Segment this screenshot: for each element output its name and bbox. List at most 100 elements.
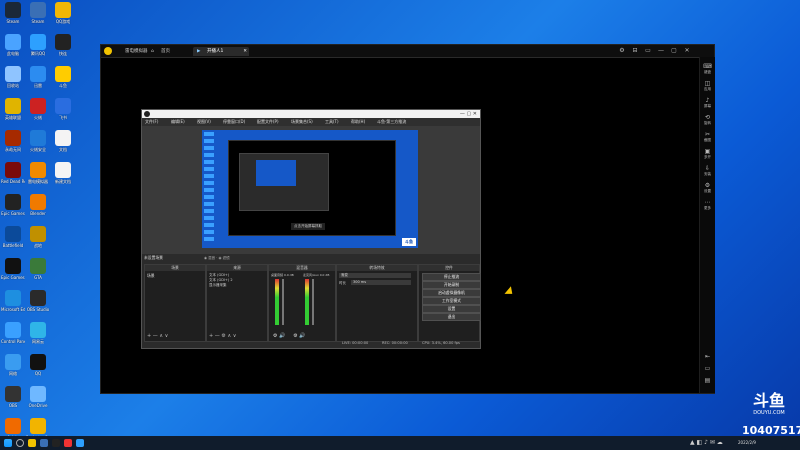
sidebar-button[interactable]: ⇩ 安装 <box>700 165 715 176</box>
source-item[interactable]: 显示器采集 <box>209 283 233 288</box>
scene-item[interactable]: 场景 <box>147 273 155 279</box>
taskbar-app-icon[interactable] <box>52 439 60 447</box>
desktop-shortcut[interactable]: Epic Games <box>1 194 25 216</box>
desktop-shortcut[interactable]: 腾讯QQ <box>26 34 50 56</box>
desktop-shortcut[interactable]: 文档 <box>51 130 75 152</box>
desktop-shortcut[interactable]: 英雄联盟 <box>1 98 25 120</box>
desktop-shortcut-label: 战地 <box>34 243 42 248</box>
preview-toggle-buttons[interactable]: ◉ 混音 · ◉ 滤镜 <box>204 255 230 261</box>
sidebar-button[interactable]: ✂ 截图 <box>700 131 715 142</box>
menu-item[interactable]: 文件(F) <box>145 118 158 126</box>
desktop-shortcut[interactable]: QQ <box>26 354 50 376</box>
lock-icon[interactable]: ⊟ <box>631 47 639 55</box>
sidebar-button[interactable]: ⋯ 更多 <box>700 199 715 210</box>
source-list[interactable]: 文本 (GDI+) 文本 (GDI+) 2 显示器采集 <box>209 273 233 288</box>
sidebar-button[interactable]: ⚙ 设置 <box>700 182 715 193</box>
search-icon[interactable] <box>16 439 24 447</box>
menu-item[interactable]: 视图(V) <box>197 118 211 126</box>
desktop-shortcut-label: 火绒 <box>34 115 42 120</box>
mixer-controls[interactable]: ⚙ 🔊 ⚙ 🔊 <box>273 333 306 339</box>
desktop-shortcut[interactable]: OneDrive <box>26 386 50 408</box>
menu-item[interactable]: 停靠窗口(D) <box>223 118 245 126</box>
tray-icons[interactable]: ▲ ◧ ♪ ✉ ☁ <box>690 439 723 446</box>
sidebar-button[interactable]: ♪ 屏幕 <box>700 97 715 108</box>
taskbar-app-icon[interactable] <box>40 439 48 447</box>
desktop-shortcut[interactable]: 网络 <box>1 354 25 376</box>
taskbar-app-icon[interactable] <box>76 439 84 447</box>
menu-item[interactable]: 帮助(H) <box>351 118 365 126</box>
app-icon <box>5 226 21 242</box>
desktop-shortcut[interactable]: QQ游戏 <box>51 2 75 24</box>
sidebar-button[interactable]: ▣ 多开 <box>700 148 715 159</box>
desktop-shortcut[interactable]: GTA <box>26 258 50 280</box>
desktop-shortcut[interactable]: Control Panel <box>1 322 25 344</box>
home-icon: ⌂ <box>151 49 154 54</box>
maximize-button[interactable]: ▢ <box>670 47 678 55</box>
desktop-shortcut-label: 迅雷 <box>34 83 42 88</box>
start-recording-button[interactable]: 开始录制 <box>422 281 481 289</box>
sidebar-label: 截图 <box>704 138 711 142</box>
menu-item[interactable]: 编辑(E) <box>171 118 185 126</box>
desktop-shortcut[interactable]: Red Dead Redemption <box>1 162 25 184</box>
minimize-button[interactable]: — <box>657 47 665 55</box>
sidebar-button[interactable]: ▤ <box>700 377 715 384</box>
obs-preview[interactable]: 点击开始屏幕抓取 斗鱼 <box>142 126 480 254</box>
desktop-shortcut[interactable]: 迅雷 <box>26 66 50 88</box>
tab-close-icon[interactable]: ✕ <box>243 47 247 56</box>
settings-icon[interactable]: ⚙ <box>618 47 626 55</box>
desktop-shortcut[interactable]: 永劫无间 <box>1 130 25 152</box>
desktop-icon-area: Steam Steam QQ游戏 此电脑 腾讯QQ 快连 回收站 迅雷 斗鱼 英雄联盟 火绒 飞书 永劫… <box>0 2 78 440</box>
start-button-icon[interactable] <box>4 439 12 447</box>
studio-mode-button[interactable]: 工作室模式 <box>422 297 481 305</box>
desktop-shortcut[interactable]: Steam <box>1 2 25 24</box>
duration-input[interactable]: 300 ms <box>351 280 411 285</box>
desktop-shortcut[interactable]: 雷电模拟器 <box>26 162 50 184</box>
desktop-shortcut[interactable]: 斗鱼 <box>51 66 75 88</box>
fullscreen-icon[interactable]: ▭ <box>644 47 652 55</box>
virtual-camera-button[interactable]: 启动虚拟摄像机 <box>422 289 481 297</box>
app-icon <box>30 34 46 50</box>
desktop-shortcut[interactable]: Microsoft Edge <box>1 290 25 312</box>
menu-item[interactable]: 配置文件(P) <box>257 118 279 126</box>
desktop-shortcut-label: Epic Games <box>1 211 25 216</box>
desktop-shortcut[interactable]: 火绒 <box>26 98 50 120</box>
desktop-shortcut[interactable]: 飞书 <box>51 98 75 120</box>
settings-button[interactable]: 设置 <box>422 305 481 313</box>
sidebar-button[interactable]: ⌨ 键盘 <box>700 63 715 74</box>
desktop-shortcut[interactable]: OBS Studio <box>26 290 50 312</box>
taskbar-app-icon[interactable] <box>64 439 72 447</box>
desktop-shortcut[interactable]: 战地 <box>26 226 50 248</box>
menu-item[interactable]: 工具(T) <box>325 118 339 126</box>
close-button[interactable]: ✕ <box>683 47 691 55</box>
sidebar-button[interactable]: ⟲ 旋转 <box>700 114 715 125</box>
taskbar-app-icon[interactable] <box>28 439 36 447</box>
desktop-shortcut[interactable]: 网易云 <box>26 322 50 344</box>
sidebar-button[interactable]: ▭ <box>700 365 715 372</box>
obs-window-controls[interactable]: — ▢ ✕ <box>460 110 477 118</box>
source-controls[interactable]: + — ⚙ ∧ ∨ <box>209 333 236 339</box>
menu-item[interactable]: 斗鱼·第三方推流 <box>377 118 406 126</box>
tab-live[interactable]: ▶ 开播人1 ✕ <box>193 47 249 56</box>
app-icon <box>30 130 46 146</box>
sidebar-button[interactable]: ⇤ <box>700 353 715 360</box>
desktop-shortcut[interactable]: 快连 <box>51 34 75 56</box>
desktop-shortcut[interactable]: 火绒安全 <box>26 130 50 152</box>
exit-button[interactable]: 退出 <box>422 313 481 321</box>
scene-controls[interactable]: + — ∧ ∨ <box>147 333 168 339</box>
transition-select[interactable]: 渐变 <box>339 273 411 278</box>
app-icon <box>55 130 71 146</box>
volume-slider[interactable] <box>312 279 314 325</box>
desktop-shortcut[interactable]: 回收站 <box>1 66 25 88</box>
menu-item[interactable]: 场景集合(S) <box>291 118 313 126</box>
desktop-shortcut[interactable]: Blender <box>26 194 50 216</box>
tab-home[interactable]: ⌂ 首页 <box>147 47 189 56</box>
desktop-shortcut[interactable]: Steam <box>26 2 50 24</box>
sidebar-button[interactable]: ◫ 应用 <box>700 80 715 91</box>
desktop-shortcut[interactable]: Battlefield <box>1 226 25 248</box>
stop-stream-button[interactable]: 停止推流 <box>422 273 481 281</box>
desktop-shortcut[interactable]: Epic Games Launcher <box>1 258 25 280</box>
volume-slider[interactable] <box>282 279 284 325</box>
desktop-shortcut[interactable]: 新建文档 <box>51 162 75 184</box>
desktop-shortcut[interactable]: OBS <box>1 386 25 408</box>
desktop-shortcut[interactable]: 此电脑 <box>1 34 25 56</box>
